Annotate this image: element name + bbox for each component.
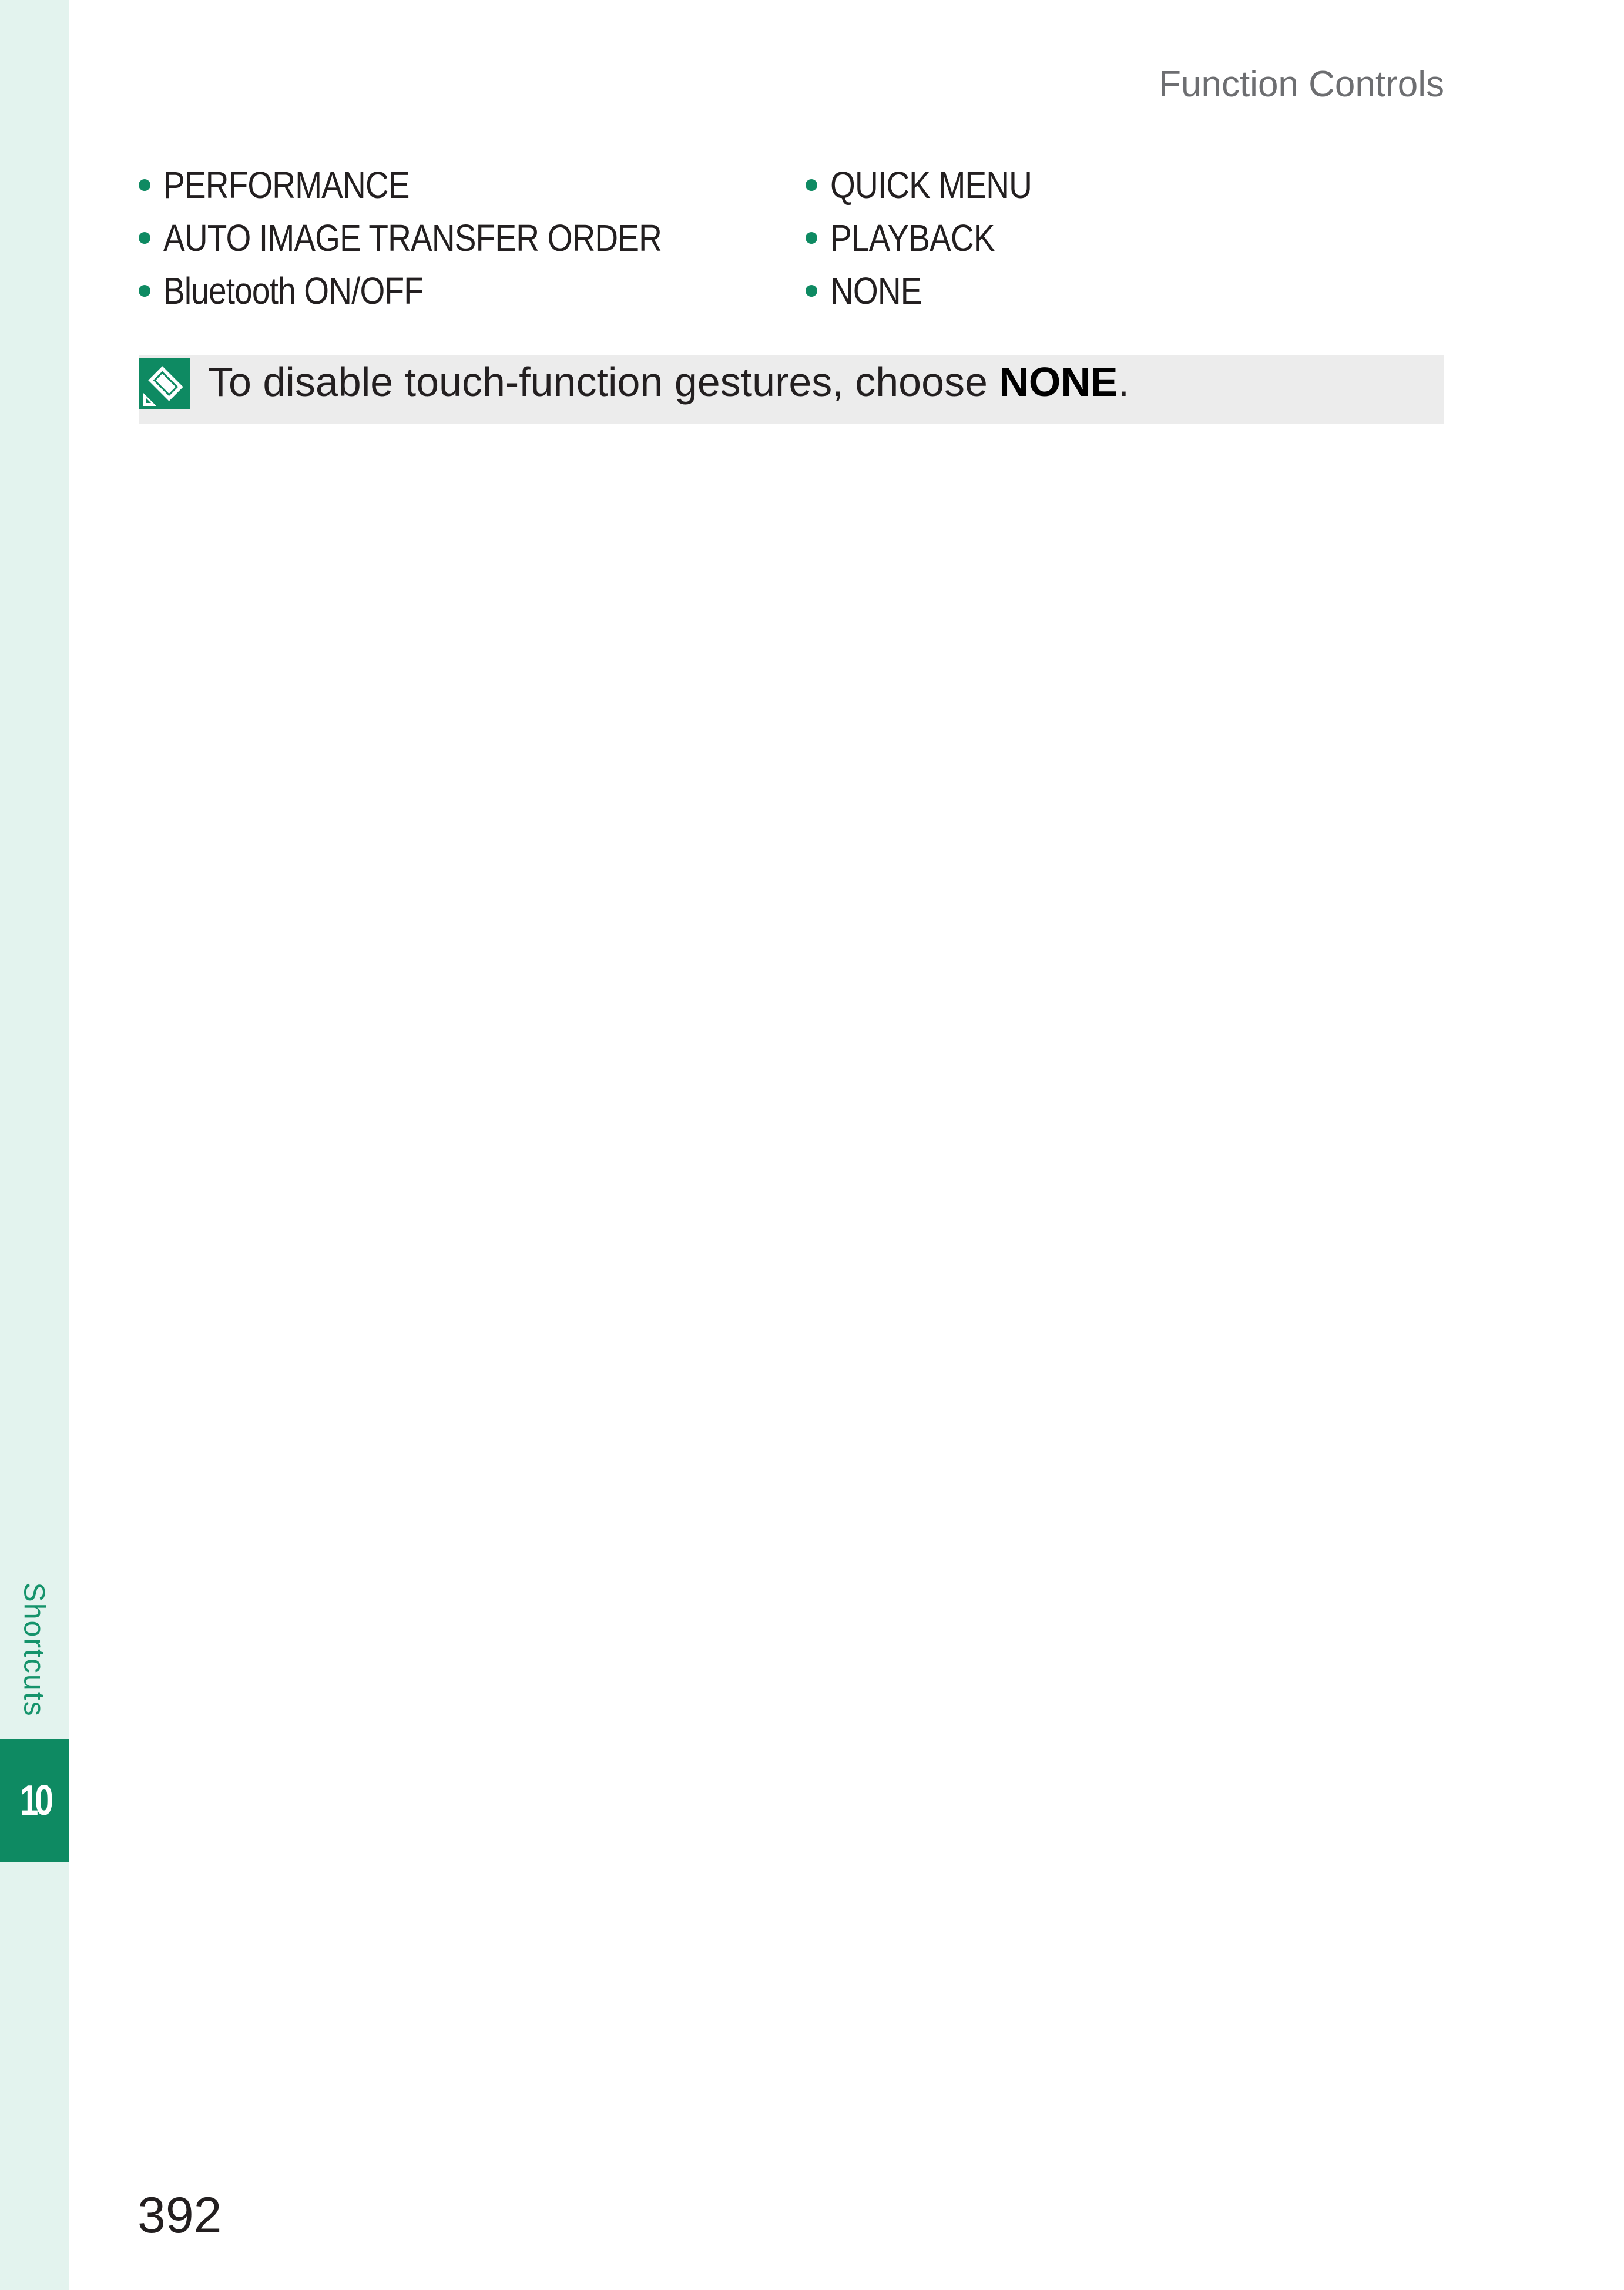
bullet-icon [139,232,150,244]
note-pencil-icon [139,358,190,409]
running-header: Function Controls [1159,64,1444,105]
page-number: 392 [137,2187,222,2244]
bullet-icon [806,232,817,244]
bullet-icon [139,179,150,191]
bullet-icon [139,285,150,297]
chapter-number-tab: 10 [0,1739,69,1862]
bullet-icon [806,179,817,191]
list-item: PLAYBACK [806,211,1444,264]
note-emphasis: NONE [999,359,1118,405]
list-item: AUTO IMAGE TRANSFER ORDER [139,211,806,264]
chapter-number: 10 [19,1777,53,1824]
note-text-body: To disable touch-function gestures, choo… [208,359,999,405]
chapter-sidebar [0,0,69,2290]
list-item-label: Bluetooth ON/OFF [163,270,424,312]
note-text-end: . [1118,359,1130,405]
chapter-title: Shortcuts [14,1566,55,1733]
list-item: Bluetooth ON/OFF [139,264,806,317]
list-item: PERFORMANCE [139,159,806,211]
note-callout: To disable touch-function gestures, choo… [139,355,1444,424]
list-item-label: QUICK MENU [830,164,1032,206]
list-item-label: PERFORMANCE [163,164,410,206]
list-item-label: NONE [830,270,922,312]
list-item-label: PLAYBACK [830,217,995,259]
bullet-icon [806,285,817,297]
list-item: QUICK MENU [806,159,1444,211]
note-text: To disable touch-function gestures, choo… [208,358,1129,406]
chapter-title-text: Shortcuts [18,1581,51,1717]
list-item: NONE [806,264,1444,317]
list-item-label: AUTO IMAGE TRANSFER ORDER [163,217,662,259]
option-list: PERFORMANCE AUTO IMAGE TRANSFER ORDER Bl… [139,159,1444,317]
